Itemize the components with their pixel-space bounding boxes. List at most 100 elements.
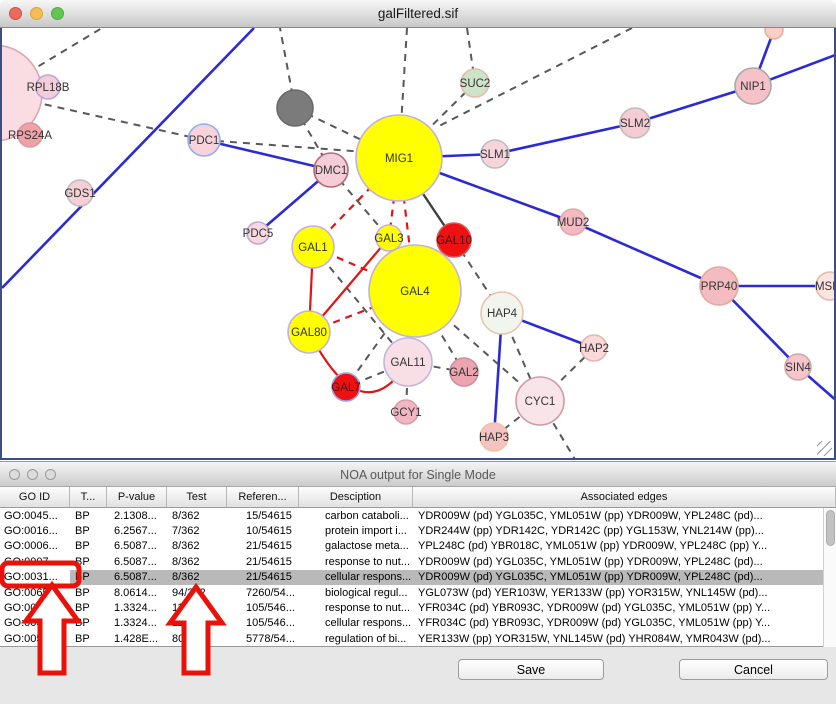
cell-p_value: 1.428E... [107,631,167,646]
graph-node-label: GAL11 [391,357,426,369]
cell-associated_edges: YDR009W (pd) YGL035C, YML051W (pp) YDR00… [413,554,836,569]
column-header-type[interactable]: T... [70,487,107,507]
cell-reference: 7260/54... [227,585,299,600]
results-table-body: GO:0045...BP2.1308...8/36215/54615carbon… [0,508,836,647]
table-row[interactable]: GO:0045...BP2.1308...8/36215/54615carbon… [0,508,836,523]
table-row[interactable]: GO:0031...BP6.5087...8/36221/54615cellul… [0,570,836,585]
graph-node-label: HAP2 [579,343,609,355]
scrollbar-thumb[interactable] [826,510,835,546]
cell-reference: 21/54615 [227,554,299,569]
graph-node-label: SIN4 [785,362,811,374]
graph-node-label: MSL1 [815,281,834,293]
cell-go_id: GO:0031... [0,616,70,631]
cell-go_id: GO:0045... [0,508,70,523]
resize-handle-icon[interactable] [817,441,832,456]
cancel-button[interactable]: Cancel [679,659,828,680]
cell-description: galactose meta... [299,539,413,554]
cell-test: 8/362 [167,539,227,554]
table-row[interactable]: GO:0006...BP6.5087...8/36221/54615galact… [0,539,836,554]
noa-window-title: NOA output for Single Mode [0,462,836,487]
table-row[interactable]: GO:0016...BP6.2567...7/36210/54615protei… [0,523,836,538]
graph-node-label: GAL10 [436,235,472,247]
graph-node-label: SUC2 [460,78,491,90]
graph-edge [204,140,331,170]
cell-p_value: 6.5087... [107,554,167,569]
cell-p_value: 1.3324... [107,616,167,631]
graph-node-label: NIP1 [740,81,766,93]
graph-node-label: GAL2 [449,367,478,379]
cell-type: BP [70,585,107,600]
cell-type: BP [70,539,107,554]
column-header-p_value[interactable]: P-value [107,487,167,507]
column-header-reference[interactable]: Referen... [227,487,299,507]
cell-reference: 15/54615 [227,508,299,523]
cell-p_value: 6.5087... [107,539,167,554]
graph-node-label: GDS1 [64,188,95,200]
graph-node-label: GAL80 [291,327,327,339]
graph-node-node-gray[interactable] [277,90,313,126]
table-row[interactable]: GO:0007...BP6.5087...8/36221/54615respon… [0,554,836,569]
noa-titlebar: NOA output for Single Mode [0,461,836,487]
cell-go_id: GO:0031... [0,570,70,585]
graph-node-label: SLM1 [480,149,510,161]
graph-node-label: MUD2 [557,217,590,229]
graph-node-label: PDC5 [243,228,274,240]
cell-reference: 105/546... [227,616,299,631]
cell-type: BP [70,523,107,538]
save-button[interactable]: Save [458,659,604,680]
graph-node-label: SLM2 [620,118,650,130]
screen: galFiltered.sif RPL18BRPS24AGDS1PDC1MIG1… [0,0,836,704]
table-row[interactable]: GO:0031...BP1.3324...11/362105/546...res… [0,600,836,615]
graph-node-node-topright-small[interactable] [765,28,783,39]
graph-node-label: RPL18B [27,82,70,94]
cell-associated_edges: YGL073W (pd) YER103W, YER133W (pp) YOR31… [413,585,836,600]
column-header-test[interactable]: Test [167,487,227,507]
column-header-go_id[interactable]: GO ID [0,487,70,507]
cell-go_id: GO:0006... [0,539,70,554]
cell-type: BP [70,570,107,585]
cell-test: 8/362 [167,554,227,569]
cell-test: 7/362 [167,523,227,538]
column-header-associated_edges[interactable]: Associated edges [413,487,836,507]
cell-type: BP [70,616,107,631]
cell-go_id: GO:0007... [0,554,70,569]
cell-type: BP [70,600,107,615]
table-row[interactable]: GO:0031...BP1.3324...11/362105/546...cel… [0,616,836,631]
cell-p_value: 1.3324... [107,600,167,615]
table-row[interactable]: GO:0065...BP8.0614...94/3627260/54...bio… [0,585,836,600]
graph-node-label: GCY1 [390,407,421,419]
graph-node-label: GAL1 [298,242,327,254]
cell-description: cellular respons... [299,570,413,585]
table-row[interactable]: GO:0050...BP1.428E...80/3625778/54...reg… [0,631,836,646]
cell-p_value: 6.5087... [107,570,167,585]
graph-node-label: MIG1 [385,153,413,165]
graph-titlebar: galFiltered.sif [0,0,836,28]
cell-reference: 105/546... [227,600,299,615]
table-scrollbar[interactable] [823,508,836,647]
cell-description: biological regul... [299,585,413,600]
cell-reference: 5778/54... [227,631,299,646]
cell-reference: 21/54615 [227,570,299,585]
cell-description: protein import i... [299,523,413,538]
cell-type: BP [70,554,107,569]
graph-node-label: GAL3 [374,233,403,245]
cell-test: 8/362 [167,570,227,585]
cell-go_id: GO:0016... [0,523,70,538]
cell-test: 80/362 [167,631,227,646]
graph-window-title: galFiltered.sif [0,0,836,27]
cell-description: regulation of bi... [299,631,413,646]
cell-reference: 21/54615 [227,539,299,554]
cell-p_value: 8.0614... [107,585,167,600]
cell-test: 8/362 [167,508,227,523]
graph-canvas[interactable]: RPL18BRPS24AGDS1PDC1MIG1DMC1PDC5GAL1GAL3… [0,28,836,460]
graph-node-label: PDC1 [189,135,220,147]
graph-node-label: HAP3 [479,432,509,444]
graph-edge [495,123,635,154]
graph-node-label: CYC1 [525,396,556,408]
cell-type: BP [70,508,107,523]
cell-associated_edges: YFR034C (pd) YBR093C, YDR009W (pd) YGL03… [413,616,836,631]
cell-p_value: 6.2567... [107,523,167,538]
graph-window: galFiltered.sif RPL18BRPS24AGDS1PDC1MIG1… [0,0,836,461]
graph-node-label: PRP40 [701,281,737,293]
column-header-description[interactable]: Desciption [299,487,413,507]
